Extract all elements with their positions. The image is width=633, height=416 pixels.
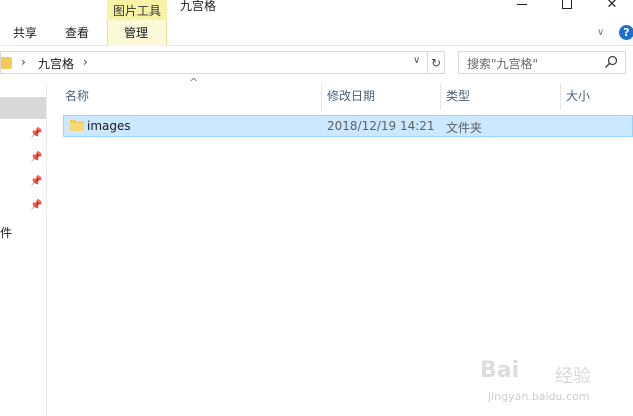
search-icon[interactable]: [604, 55, 618, 69]
window-title: 九宫格: [180, 0, 217, 13]
maximize-icon: [562, 0, 572, 9]
nav-item-quick-access[interactable]: [0, 97, 46, 119]
navigation-pane: 📌 📌 📌 📌 件: [0, 83, 47, 416]
breadcrumb-separator[interactable]: ›: [21, 55, 26, 69]
close-button[interactable]: ✕: [590, 0, 633, 14]
refresh-button[interactable]: ↻: [428, 51, 445, 74]
ribbon-expand-chevron-icon[interactable]: ∨: [597, 28, 609, 38]
watermark: Bai 经验 jingyan.baidu.com: [470, 348, 630, 414]
column-type[interactable]: 类型: [441, 84, 561, 110]
pin-icon[interactable]: 📌: [30, 128, 42, 140]
chevron-down-icon[interactable]: ∨: [413, 55, 420, 66]
tab-share[interactable]: 共享: [13, 24, 37, 42]
context-tab-picture-tools[interactable]: 图片工具: [107, 0, 167, 20]
breadcrumb-item-current[interactable]: 九宫格: [38, 55, 74, 72]
column-header: ^ 名称 修改日期 类型 大小: [48, 76, 633, 110]
help-icon[interactable]: ?: [619, 25, 633, 40]
minimize-button[interactable]: [500, 0, 544, 14]
folder-icon: [1, 57, 12, 69]
address-bar[interactable]: › 九宫格 › ∨: [0, 51, 428, 74]
file-row[interactable]: images 2018/12/19 14:21 文件夹: [63, 115, 633, 137]
maximize-button[interactable]: [545, 0, 589, 14]
nav-item-label[interactable]: 件: [0, 224, 12, 241]
close-icon: ✕: [606, 0, 618, 12]
file-type: 文件夹: [446, 121, 483, 135]
search-placeholder: 搜索"九宫格": [467, 57, 539, 71]
tab-view[interactable]: 查看: [65, 24, 89, 42]
watermark-logo: Bai: [480, 358, 520, 383]
column-size[interactable]: 大小: [561, 84, 633, 110]
watermark-brand: 经验: [555, 366, 591, 387]
column-date-modified[interactable]: 修改日期: [322, 84, 441, 110]
tab-manage[interactable]: 管理: [124, 24, 148, 42]
column-name[interactable]: 名称: [60, 84, 322, 110]
pin-icon[interactable]: 📌: [30, 176, 42, 188]
search-input[interactable]: 搜索"九宫格": [458, 51, 626, 74]
folder-icon: [70, 120, 84, 131]
pin-icon[interactable]: 📌: [30, 152, 42, 164]
ribbon-area: 图片工具 九宫格 共享 查看 管理 ✕ ∨ ?: [0, 0, 633, 46]
file-date-modified: 2018/12/19 14:21: [327, 119, 435, 133]
file-name: images: [87, 119, 131, 133]
pin-icon[interactable]: 📌: [30, 200, 42, 212]
minimize-icon: [517, 4, 527, 5]
breadcrumb-separator[interactable]: ›: [83, 55, 88, 69]
refresh-icon: ↻: [430, 55, 442, 70]
watermark-url: jingyan.baidu.com: [488, 390, 590, 403]
